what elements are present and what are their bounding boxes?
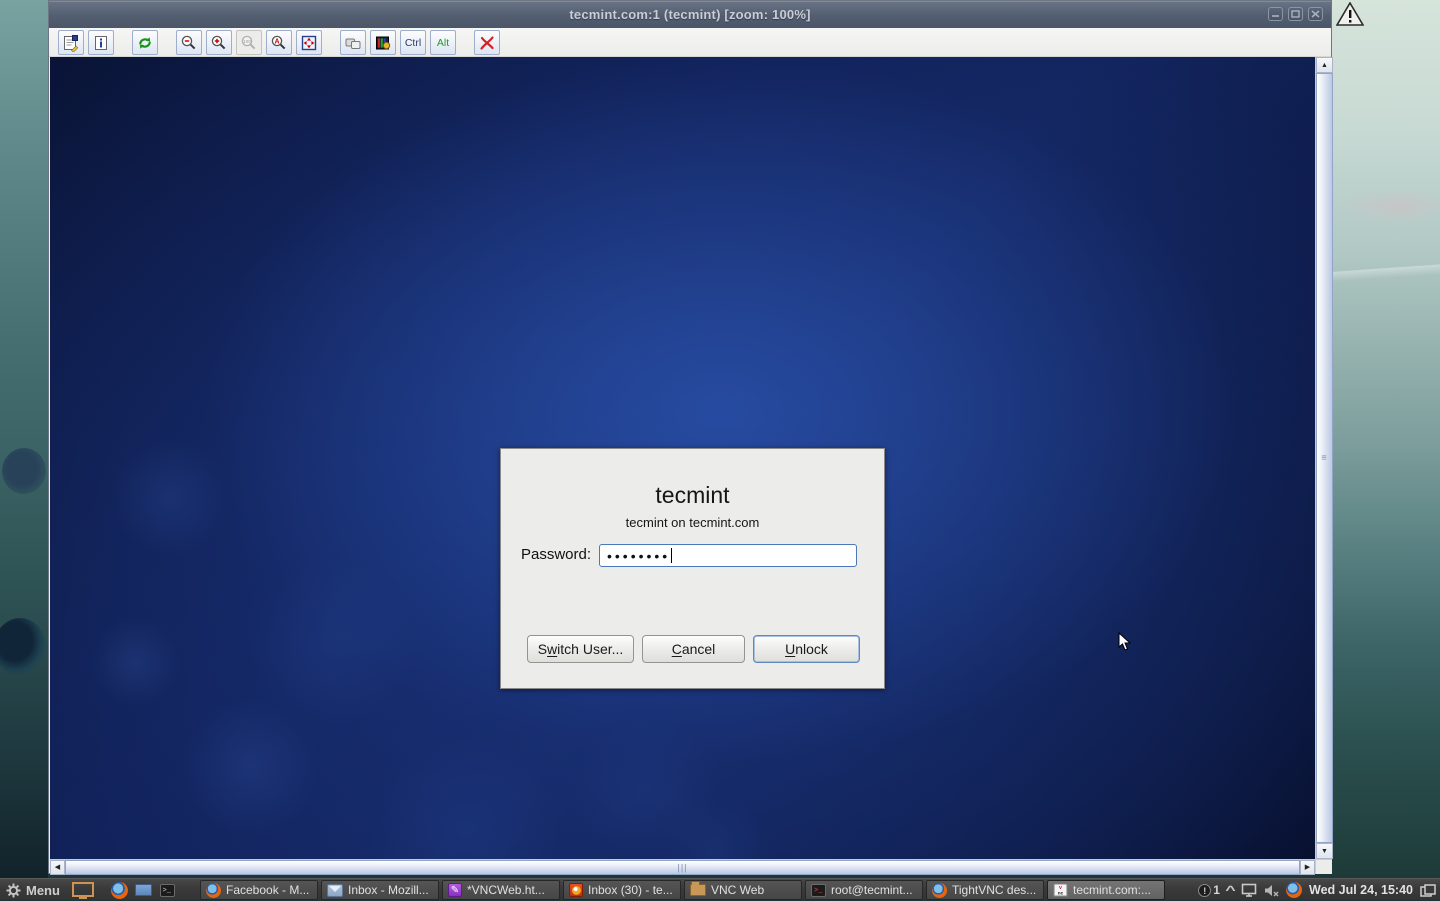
horizontal-scroll-thumb[interactable]: ||| xyxy=(65,860,1300,875)
tightvnc-viewer-window: tecmint.com:1 (tecmint) [zoom: 100%] 100… xyxy=(48,0,1333,875)
send-keys-icon[interactable] xyxy=(340,30,366,55)
zoom-auto-icon[interactable]: A xyxy=(266,30,292,55)
firefox-tray-icon[interactable] xyxy=(1286,882,1302,898)
notification-icon: ! xyxy=(1198,883,1212,897)
task-inbox-mozilla[interactable]: Inbox - Mozill... xyxy=(321,880,439,900)
task-vnc-web[interactable]: VNC Web xyxy=(684,880,802,900)
outer-desktop: tecmint.com:1 (tecmint) [zoom: 100%] 100… xyxy=(0,0,1440,900)
cancel-button[interactable]: Cancel xyxy=(642,635,745,663)
vertical-scrollbar[interactable]: ▲ ≡ ▼ xyxy=(1315,57,1333,859)
scroll-up-button[interactable]: ▲ xyxy=(1316,57,1333,73)
ctrl-key-label: Ctrl xyxy=(404,36,422,49)
password-dots: •••••••• xyxy=(607,547,671,564)
scroll-right-button[interactable]: ▶ xyxy=(1300,860,1315,875)
zoom-in-icon[interactable] xyxy=(206,30,232,55)
gear-icon xyxy=(6,883,21,897)
task-facebook[interactable]: Facebook - M... xyxy=(200,880,318,900)
chevron-up-icon[interactable]: ^ xyxy=(1225,883,1236,897)
desktop-wallpaper-right xyxy=(1327,0,1440,900)
dialog-title: tecmint xyxy=(655,482,730,508)
task-vnc-viewer[interactable]: Vnc tecmint.com:... xyxy=(1047,880,1165,900)
desktop-wallpaper-left xyxy=(0,0,48,900)
warning-triangle-icon[interactable] xyxy=(1335,1,1365,26)
display-tray-icon[interactable] xyxy=(1241,883,1257,897)
firefox-icon xyxy=(206,882,221,898)
alt-key-button[interactable]: Alt xyxy=(430,30,456,55)
thumb-grip: ||| xyxy=(677,862,688,872)
wallpaper-mist xyxy=(1342,188,1440,224)
firefox-icon xyxy=(932,882,947,898)
maximize-button[interactable] xyxy=(1288,7,1303,21)
water-droplet xyxy=(0,618,46,676)
mail-icon xyxy=(327,883,343,897)
connection-options-icon[interactable] xyxy=(58,30,84,55)
task-list: Facebook - M... Inbox - Mozill... ✎ *VNC… xyxy=(200,880,1165,900)
terminal-launcher-icon[interactable]: >_ xyxy=(156,881,178,899)
scrollbar-corner xyxy=(1315,859,1332,874)
task-tightvnc-page[interactable]: TightVNC des... xyxy=(926,880,1044,900)
file-manager-icon[interactable] xyxy=(132,881,154,899)
unlock-button[interactable]: Unlock xyxy=(753,635,860,663)
bokeh-circle xyxy=(110,437,230,557)
svg-text:A: A xyxy=(274,38,279,45)
horizontal-scrollbar[interactable]: ◀ ||| ▶ xyxy=(50,859,1315,875)
text-caret xyxy=(671,548,673,563)
menu-label: Menu xyxy=(26,882,60,898)
task-root-terminal[interactable]: >_ root@tecmint... xyxy=(805,880,923,900)
notification-indicator[interactable]: ! 1 xyxy=(1198,883,1220,897)
terminal-icon: >_ xyxy=(811,883,826,897)
viewer-toolbar: 100 A Ctrl Alt xyxy=(49,28,1331,57)
menu-button[interactable]: Menu xyxy=(6,879,60,901)
scroll-left-button[interactable]: ◀ xyxy=(50,860,65,875)
vertical-scroll-thumb[interactable]: ≡ xyxy=(1316,73,1333,843)
thumb-grip: ≡ xyxy=(1321,452,1328,463)
zoom-out-icon[interactable] xyxy=(176,30,202,55)
mouse-cursor xyxy=(1118,632,1132,651)
notification-count: 1 xyxy=(1213,883,1220,897)
firefox-launcher-icon[interactable] xyxy=(108,881,130,899)
close-button[interactable] xyxy=(1308,7,1323,21)
svg-text:nc: nc xyxy=(1058,890,1064,895)
password-input[interactable]: •••••••• xyxy=(599,544,857,567)
refresh-icon[interactable] xyxy=(132,30,158,55)
vnc-viewer-icon: Vnc xyxy=(1053,883,1068,897)
zoom-100-icon: 100 xyxy=(236,30,262,55)
window-title: tecmint.com:1 (tecmint) [zoom: 100%] xyxy=(569,7,811,22)
folder-icon xyxy=(690,881,706,896)
window-titlebar[interactable]: tecmint.com:1 (tecmint) [zoom: 100%] xyxy=(49,1,1331,28)
volume-muted-icon[interactable] xyxy=(1264,884,1279,897)
system-tray: ! 1 ^ Wed Jul 24, 15:40 xyxy=(1198,879,1436,901)
text-editor-icon: ✎ xyxy=(448,883,462,897)
task-inbox-30[interactable]: Inbox (30) - te... xyxy=(563,880,681,900)
water-droplet xyxy=(2,448,46,494)
bokeh-circle xyxy=(370,737,560,859)
password-label: Password: xyxy=(520,546,591,563)
clock[interactable]: Wed Jul 24, 15:40 xyxy=(1309,883,1413,897)
workspace-switcher-icon[interactable] xyxy=(1420,883,1436,897)
bokeh-circle xyxy=(90,617,180,707)
show-desktop-icon[interactable] xyxy=(70,881,96,899)
svg-text:100: 100 xyxy=(243,38,251,43)
alt-key-label: Alt xyxy=(436,36,450,49)
dialog-subtitle: tecmint on tecmint.com xyxy=(625,515,760,530)
switch-user-button[interactable]: Sw itch User... xyxy=(527,635,634,663)
wallpaper-streak xyxy=(1327,263,1440,283)
scroll-down-button[interactable]: ▼ xyxy=(1316,843,1333,859)
full-screen-icon[interactable] xyxy=(296,30,322,55)
minimize-button[interactable] xyxy=(1268,7,1283,21)
ctrl-alt-del-icon[interactable] xyxy=(370,30,396,55)
ctrl-key-button[interactable]: Ctrl xyxy=(400,30,426,55)
unlock-dialog: tecmint tecmint on tecmint.com Password:… xyxy=(500,448,885,689)
task-vncweb-editor[interactable]: ✎ *VNCWeb.ht... xyxy=(442,880,560,900)
disconnect-icon[interactable] xyxy=(474,30,500,55)
bokeh-circle xyxy=(180,697,320,837)
remote-desktop: tecmint tecmint on tecmint.com Password:… xyxy=(50,57,1315,859)
taskbar: Menu >_ Facebook - M... Inbox - Mozill..… xyxy=(0,878,1440,900)
firefox-red-icon xyxy=(569,883,583,897)
connection-info-icon[interactable] xyxy=(88,30,114,55)
window-controls xyxy=(1268,7,1323,21)
